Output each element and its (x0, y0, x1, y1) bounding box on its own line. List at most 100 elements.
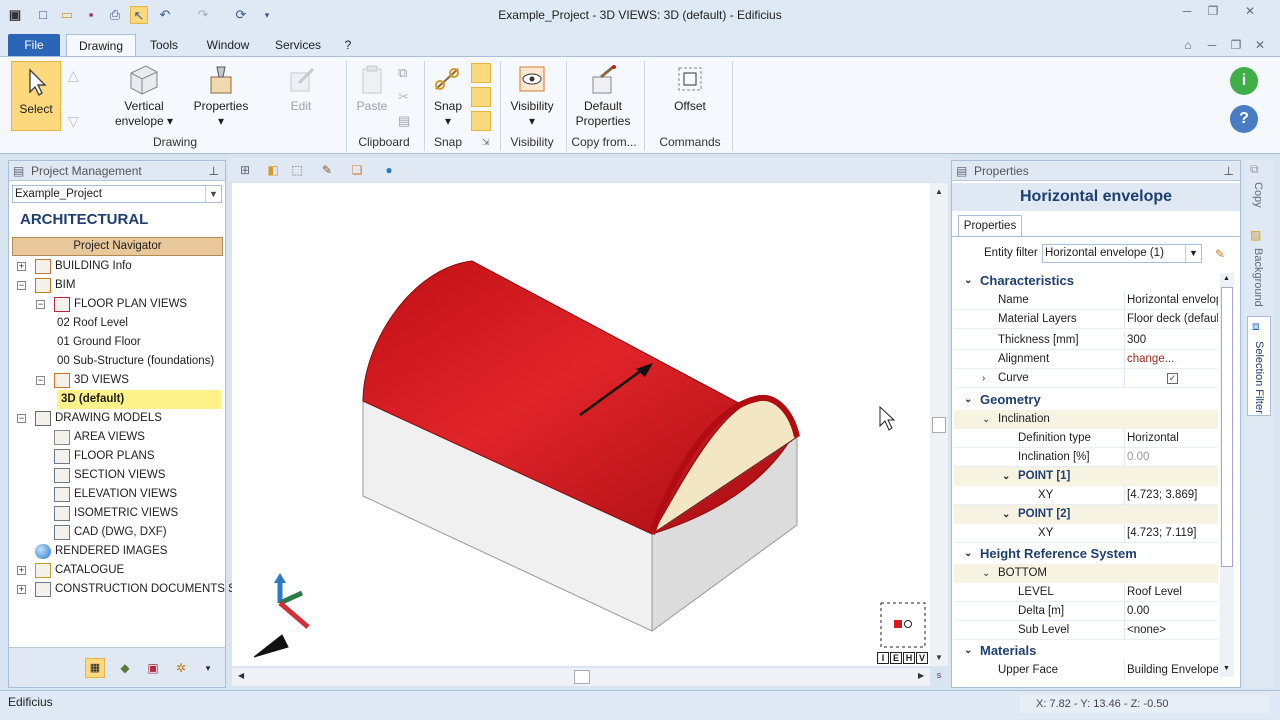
snap-line-icon[interactable] (471, 87, 491, 107)
tree-item[interactable]: RENDERED IMAGES (9, 542, 225, 561)
vertical-scroll-thumb[interactable] (932, 417, 946, 433)
tree-item[interactable]: CAD (DWG, DXF) (9, 523, 225, 542)
tree-item[interactable]: − FLOOR PLAN VIEWS (9, 295, 225, 314)
background-tab[interactable]: Background (1252, 248, 1264, 307)
view-cube-face-button[interactable]: V (916, 652, 928, 664)
section-geometry[interactable]: ⌄ Geometry (954, 390, 1218, 410)
prop-xy-1[interactable]: XY [4.723; 3.869] (954, 486, 1218, 505)
scroll-down-icon[interactable]: ▼ (935, 653, 943, 662)
group-point-2[interactable]: ⌄ POINT [2] (954, 505, 1218, 524)
vertical-envelope-button[interactable]: Vertical envelope ▾ (106, 63, 182, 129)
copy-tab[interactable]: Copy (1252, 182, 1264, 208)
tab-tools[interactable]: Tools (142, 34, 186, 56)
collapse-icon[interactable]: − (36, 300, 45, 309)
building-model[interactable] (362, 260, 800, 632)
copy-format-icon[interactable]: ▤ (398, 113, 410, 129)
prop-material-layers[interactable]: Material Layers Floor deck (default (954, 310, 1218, 329)
doc-minimize-icon[interactable]: ─ (1204, 34, 1220, 56)
doc-restore-icon[interactable]: ❐ (1228, 34, 1244, 56)
viewport-vertical-scrollbar[interactable]: ▲ ▼ (930, 183, 948, 666)
group-point-1[interactable]: ⌄ POINT [1] (954, 467, 1218, 486)
scroll-left-icon[interactable]: ◀ (238, 671, 244, 680)
pin-icon[interactable]: ⊥ (209, 161, 219, 181)
prop-sub-level[interactable]: Sub Level <none> (954, 621, 1218, 640)
report-icon[interactable]: ▣ (143, 658, 163, 678)
prop-alignment[interactable]: Alignment change... (954, 350, 1218, 369)
render-sphere-icon[interactable]: ● (380, 161, 398, 179)
select-button[interactable]: Select (11, 61, 61, 131)
layers-icon[interactable]: ❏ (348, 161, 366, 179)
split-view-icon[interactable]: ⊞ (236, 161, 254, 179)
tree-item[interactable]: + CATALOGUE (9, 561, 225, 580)
scroll-up-icon[interactable]: ▲ (1223, 275, 1230, 282)
tab-drawing[interactable]: Drawing (66, 34, 136, 56)
navigator-view-icon[interactable]: ▦ (85, 658, 105, 678)
tab-properties[interactable]: Properties (958, 215, 1022, 237)
offset-button[interactable]: Offset (664, 63, 716, 114)
tree-item[interactable]: SECTION VIEWS (9, 466, 225, 485)
view-cube-face-button[interactable]: H (903, 652, 915, 664)
properties-button[interactable]: Properties ▾ (190, 63, 252, 129)
visibility-button[interactable]: Visibility ▾ (506, 63, 558, 129)
chevron-down-icon[interactable]: ▼ (1185, 245, 1201, 262)
section-characteristics[interactable]: ⌄ Characteristics (954, 271, 1218, 291)
group-inclination[interactable]: ⌄ Inclination (954, 410, 1218, 429)
close-icon[interactable]: ✕ (1228, 2, 1272, 20)
split-corner-icon[interactable]: s (932, 670, 946, 684)
view-cube-face-button[interactable]: E (890, 652, 902, 664)
viewport-horizontal-scrollbar[interactable]: ◀ ▶ (232, 668, 930, 686)
prop-curve[interactable]: › Curve ✓ (954, 369, 1218, 388)
scroll-right-icon[interactable]: ▶ (918, 671, 924, 680)
prop-inclination[interactable]: Inclination [%] 0.00 (954, 448, 1218, 467)
prop-level[interactable]: LEVEL Roof Level (954, 583, 1218, 602)
more-options-icon[interactable]: ▾ (201, 658, 215, 678)
material-icon[interactable]: ◆ (115, 658, 135, 678)
horizontal-scroll-thumb[interactable] (574, 670, 590, 684)
expand-icon[interactable]: + (17, 585, 26, 594)
3d-model-canvas[interactable] (232, 183, 930, 666)
cut-icon[interactable]: ✂ (398, 89, 409, 105)
tab-services[interactable]: Services (268, 34, 328, 56)
tree-item[interactable]: 02 Roof Level (9, 314, 225, 333)
maximize-icon[interactable]: ❐ (1200, 2, 1226, 20)
selection-filter-tab[interactable]: ⧈ Selection Filter (1247, 316, 1271, 416)
expand-icon[interactable]: + (17, 262, 26, 271)
settings-icon[interactable]: ✲ (171, 658, 191, 678)
properties-scrollbar[interactable]: ▲ ▼ (1220, 273, 1234, 677)
copy-icon[interactable]: ⧉ (398, 65, 407, 81)
collapse-icon[interactable]: − (17, 414, 26, 423)
snap-endpoint-icon[interactable] (471, 63, 491, 83)
3d-viewport[interactable]: IEHV (232, 183, 930, 666)
view-cube-icon[interactable] (880, 602, 926, 648)
axis-gizmo-icon[interactable] (253, 573, 310, 658)
section-materials[interactable]: ⌄ Materials (954, 641, 1218, 661)
edit-button[interactable]: Edit (272, 63, 330, 114)
paint-icon[interactable]: ✎ (318, 161, 336, 179)
tree-item[interactable]: + BUILDING Info (9, 257, 225, 276)
properties-scroll-thumb[interactable] (1221, 287, 1233, 567)
box-view-icon[interactable]: ◧ (264, 161, 282, 179)
background-panel-icon[interactable]: ▨ (1250, 228, 1261, 242)
tree-item[interactable]: 01 Ground Floor (9, 333, 225, 352)
tree-item[interactable]: 3D (default) (9, 390, 225, 409)
tree-item[interactable]: ELEVATION VIEWS (9, 485, 225, 504)
default-properties-button[interactable]: Default Properties (572, 63, 634, 129)
move-up-icon[interactable]: △ (68, 67, 79, 84)
pin-icon[interactable]: ⊥ (1224, 161, 1234, 181)
tab-file[interactable]: File (8, 34, 60, 56)
prop-upper-face[interactable]: Upper Face Building Envelope ( (954, 661, 1218, 679)
prop-xy-2[interactable]: XY [4.723; 7.119] (954, 524, 1218, 543)
collapse-ribbon-icon[interactable]: ⌂ (1180, 34, 1196, 56)
paste-button[interactable]: Paste (354, 63, 390, 114)
section-height-reference[interactable]: ⌄ Height Reference System (954, 544, 1218, 564)
scroll-down-icon[interactable]: ▼ (1223, 665, 1230, 672)
project-navigator-header[interactable]: Project Navigator (12, 237, 223, 256)
chevron-down-icon[interactable]: ▼ (205, 186, 221, 202)
tree-item[interactable]: + CONSTRUCTION DOCUMENTS SET (9, 580, 251, 599)
prop-thickness[interactable]: Thickness [mm] 300 (954, 331, 1218, 350)
tree-item[interactable]: 00 Sub-Structure (foundations) (9, 352, 225, 371)
minimize-icon[interactable]: ─ (1174, 2, 1200, 20)
collapse-icon[interactable]: − (36, 376, 45, 385)
tree-item[interactable]: − 3D VIEWS (9, 371, 225, 390)
filter-edit-icon[interactable]: ✎ (1210, 244, 1230, 264)
